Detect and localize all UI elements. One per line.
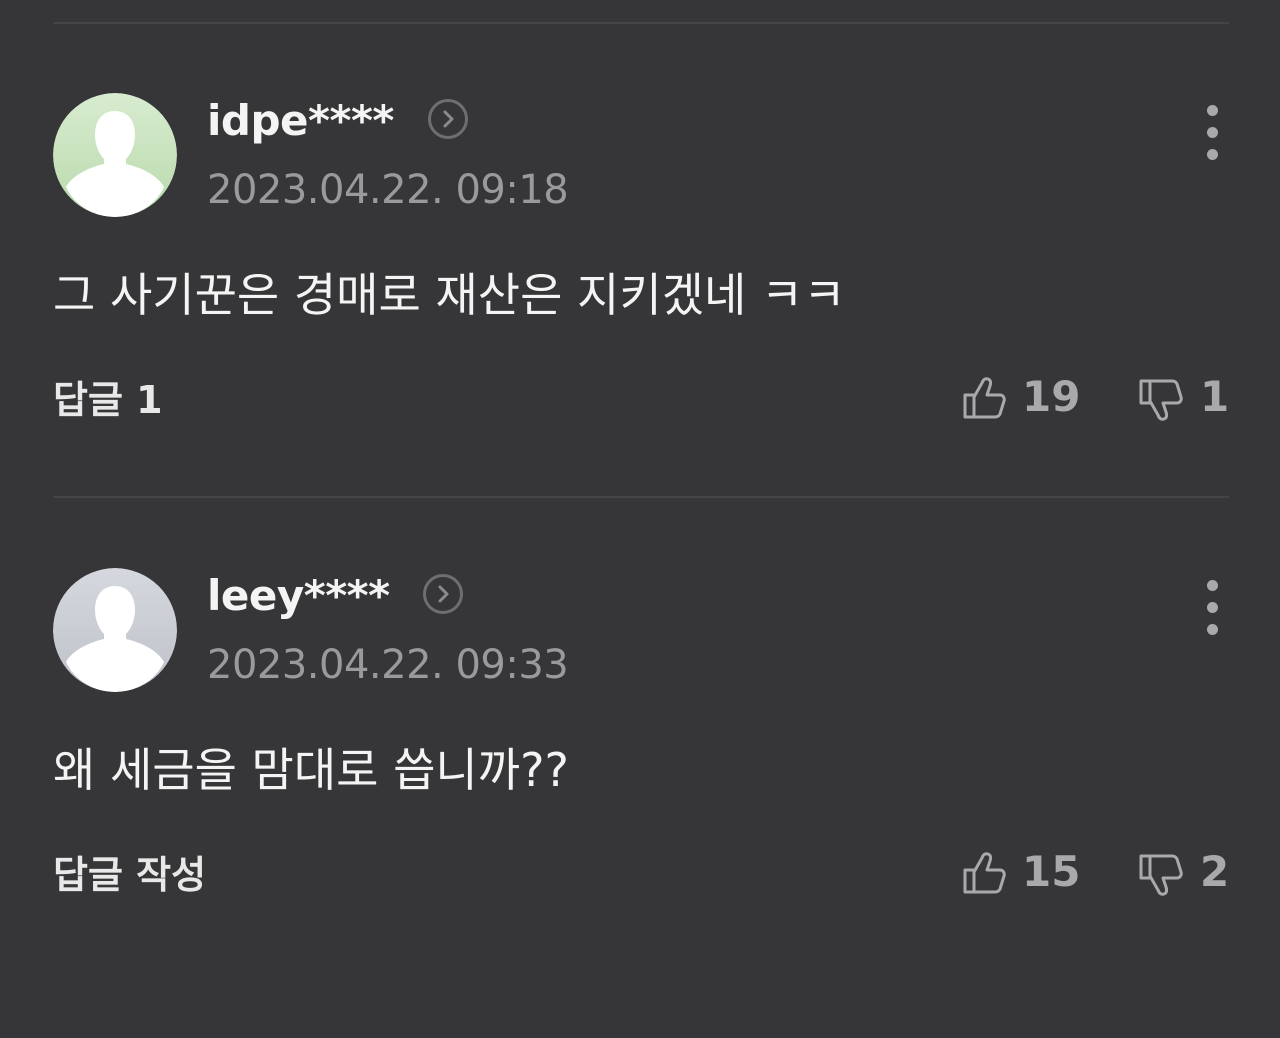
more-dot-icon bbox=[1207, 580, 1218, 591]
thumbs-up-icon bbox=[963, 852, 1006, 894]
dislike-button[interactable]: 2 bbox=[1136, 844, 1231, 900]
profile-chevron-button[interactable] bbox=[423, 574, 463, 614]
profile-chevron-button[interactable] bbox=[428, 99, 468, 139]
chevron-right-icon bbox=[438, 585, 449, 603]
top-divider bbox=[53, 22, 1229, 24]
user-silhouette-icon bbox=[53, 568, 177, 692]
avatar[interactable] bbox=[53, 93, 177, 217]
dislike-button[interactable]: 1 bbox=[1136, 369, 1231, 425]
thumbs-up-icon bbox=[963, 377, 1006, 419]
comment-divider bbox=[53, 496, 1229, 498]
username[interactable]: idpe**** bbox=[207, 95, 394, 147]
more-dot-icon bbox=[1207, 624, 1218, 635]
dislike-count: 1 bbox=[1200, 372, 1230, 421]
comment-timestamp: 2023.04.22. 09:18 bbox=[207, 167, 569, 213]
write-reply-button[interactable]: 답글 작성 bbox=[53, 850, 206, 900]
like-count: 19 bbox=[1022, 372, 1081, 421]
more-options-button[interactable] bbox=[1196, 576, 1230, 638]
more-dot-icon bbox=[1207, 602, 1218, 613]
comment-timestamp: 2023.04.22. 09:33 bbox=[207, 642, 569, 688]
comment-item: idpe**** 2023.04.22. 09:18 그 사기꾼은 경매로 재산… bbox=[0, 93, 1280, 563]
dislike-count: 2 bbox=[1200, 847, 1230, 896]
more-options-button[interactable] bbox=[1196, 101, 1230, 163]
comment-body: 왜 세금을 맘대로 씁니까?? bbox=[53, 743, 569, 797]
like-button[interactable]: 15 bbox=[960, 844, 1080, 900]
comment-item: leey**** 2023.04.22. 09:33 왜 세금을 맘대로 씁니까… bbox=[0, 568, 1280, 1038]
avatar[interactable] bbox=[53, 568, 177, 692]
thumbs-down-icon bbox=[1139, 379, 1183, 421]
like-count: 15 bbox=[1022, 847, 1081, 896]
comment-body: 그 사기꾼은 경매로 재산은 지키겠네 ㅋㅋ bbox=[53, 268, 846, 322]
more-dot-icon bbox=[1207, 105, 1218, 116]
more-dot-icon bbox=[1207, 149, 1218, 160]
reply-button[interactable]: 답글 1 bbox=[53, 375, 163, 425]
username[interactable]: leey**** bbox=[207, 570, 390, 622]
more-dot-icon bbox=[1207, 127, 1218, 138]
like-button[interactable]: 19 bbox=[960, 369, 1080, 425]
user-silhouette-icon bbox=[53, 93, 177, 217]
thumbs-down-icon bbox=[1139, 854, 1183, 896]
chevron-right-icon bbox=[443, 110, 454, 128]
